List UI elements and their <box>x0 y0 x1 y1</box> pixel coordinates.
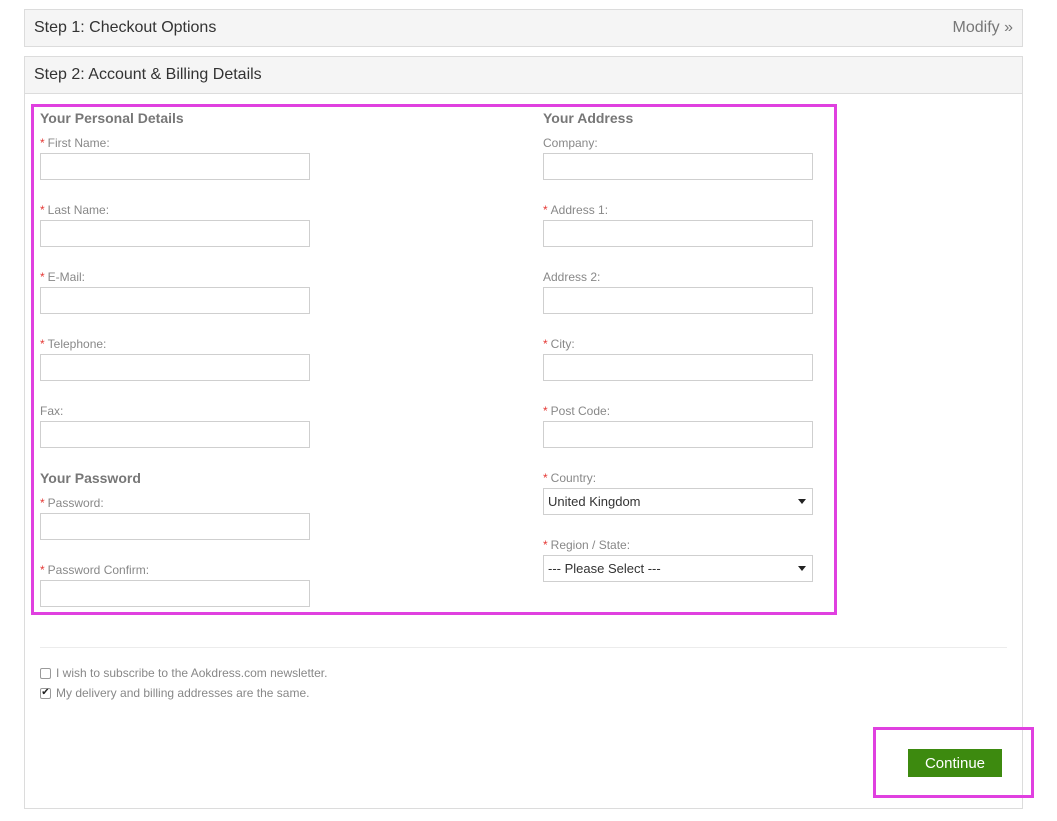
address2-label: Address 2: <box>543 270 601 284</box>
address1-input[interactable] <box>543 220 813 247</box>
section-divider <box>40 647 1007 648</box>
required-marker: * <box>40 337 45 351</box>
newsletter-option[interactable]: I wish to subscribe to the Aokdress.com … <box>40 666 327 680</box>
country-select[interactable]: United Kingdom <box>543 488 813 515</box>
chevron-down-icon <box>798 566 806 571</box>
region-label: * Region / State: <box>543 538 631 552</box>
country-selected-value: United Kingdom <box>548 494 641 509</box>
postcode-label: * Post Code: <box>543 404 611 418</box>
newsletter-checkbox[interactable] <box>40 667 51 679</box>
first-name-input[interactable] <box>40 153 310 180</box>
required-marker: * <box>40 496 45 510</box>
address1-label: * Address 1: <box>543 203 609 217</box>
required-marker: * <box>543 203 548 217</box>
country-label: * Country: <box>543 471 597 485</box>
address-title: Your Address <box>543 110 634 126</box>
step1-header: Step 1: Checkout Options Modify » <box>25 10 1022 46</box>
required-marker: * <box>543 337 548 351</box>
step2-title: Step 2: Account & Billing Details <box>34 66 262 83</box>
password-section-title: Your Password <box>40 470 141 486</box>
same-address-option[interactable]: ✔ My delivery and billing addresses are … <box>40 686 309 700</box>
password-input[interactable] <box>40 513 310 540</box>
chevron-down-icon <box>798 499 806 504</box>
company-input[interactable] <box>543 153 813 180</box>
city-label: * City: <box>543 337 575 351</box>
city-input[interactable] <box>543 354 813 381</box>
region-select[interactable]: --- Please Select --- <box>543 555 813 582</box>
company-label: Company: <box>543 136 598 150</box>
email-input[interactable] <box>40 287 310 314</box>
checkmark-icon: ✔ <box>41 687 50 698</box>
telephone-label: * Telephone: <box>40 337 107 351</box>
address2-input[interactable] <box>543 287 813 314</box>
email-label: * E-Mail: <box>40 270 86 284</box>
same-address-label: My delivery and billing addresses are th… <box>56 686 310 700</box>
step1-panel: Step 1: Checkout Options Modify » <box>24 9 1023 47</box>
region-selected-value: --- Please Select --- <box>548 561 661 576</box>
password-label: * Password: <box>40 496 104 510</box>
personal-details-title: Your Personal Details <box>40 110 184 126</box>
required-marker: * <box>543 538 548 552</box>
fax-input[interactable] <box>40 421 310 448</box>
same-address-checkbox[interactable]: ✔ <box>40 687 51 699</box>
last-name-input[interactable] <box>40 220 310 247</box>
first-name-label: * First Name: <box>40 136 110 150</box>
required-marker: * <box>40 270 45 284</box>
password-confirm-label: * Password Confirm: <box>40 563 150 577</box>
newsletter-label: I wish to subscribe to the Aokdress.com … <box>56 666 328 680</box>
required-marker: * <box>40 563 45 577</box>
continue-button[interactable]: Continue <box>908 749 1002 777</box>
required-marker: * <box>543 471 548 485</box>
fax-label: Fax: <box>40 404 64 418</box>
required-marker: * <box>40 203 45 217</box>
required-marker: * <box>40 136 45 150</box>
modify-link[interactable]: Modify » <box>953 19 1013 37</box>
telephone-input[interactable] <box>40 354 310 381</box>
required-marker: * <box>543 404 548 418</box>
last-name-label: * Last Name: <box>40 203 110 217</box>
postcode-input[interactable] <box>543 421 813 448</box>
password-confirm-input[interactable] <box>40 580 310 607</box>
step1-title: Step 1: Checkout Options <box>34 19 217 36</box>
step2-header: Step 2: Account & Billing Details <box>25 57 1022 94</box>
